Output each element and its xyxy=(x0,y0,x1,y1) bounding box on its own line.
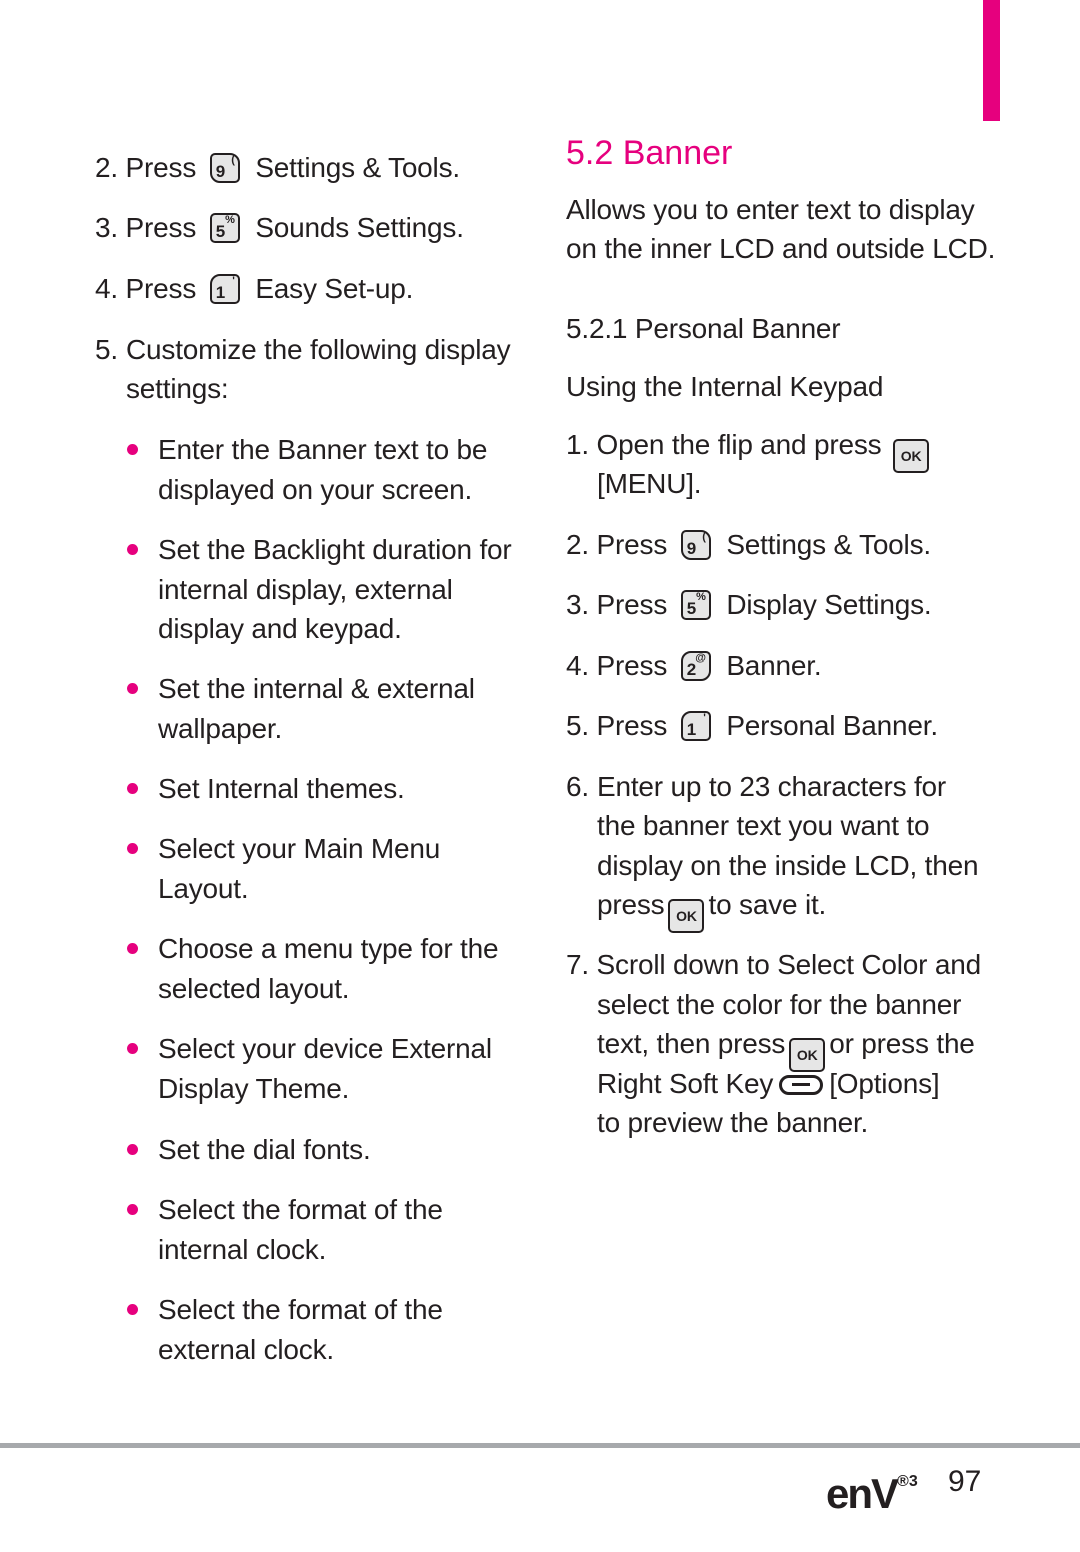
menu-label: Display Settings. xyxy=(726,589,932,620)
step-3-sounds-settings: 3. Press 5% Sounds Settings. xyxy=(95,208,464,248)
menu-label: Banner. xyxy=(726,650,822,681)
menu-label: Settings & Tools. xyxy=(726,529,931,560)
bullet-icon xyxy=(127,683,138,694)
bullet-icon xyxy=(127,1204,138,1215)
right-soft-key-icon xyxy=(779,1075,824,1095)
step-5-personal-banner: 5. Press 1 ' Personal Banner. xyxy=(566,706,938,746)
step-number: 5. xyxy=(566,710,589,741)
step-6-line-1: Enter up to 23 characters for xyxy=(597,771,947,802)
subsection-heading: 5.2.1 Personal Banner xyxy=(566,313,841,344)
key-5-icon: 5% xyxy=(680,590,711,620)
step-number: 2. xyxy=(566,529,589,560)
bullet-item-line: Set the dial fonts. xyxy=(158,1134,371,1165)
bullet-icon xyxy=(127,783,138,794)
step-7-line-5: to preview the banner. xyxy=(597,1107,869,1138)
step-2-settings-tools: 2. Press 9( Settings & Tools. xyxy=(95,148,460,188)
bullet-item-line: Choose a menu type for the xyxy=(158,933,499,964)
step-verb: Press xyxy=(125,152,197,183)
step-7-line-4: Right Soft Key [Options] xyxy=(597,1068,940,1099)
step-5-number: 5. xyxy=(95,334,118,365)
step-number: 4. xyxy=(566,650,589,681)
step-6-number: 6. xyxy=(566,771,589,802)
step-text: Open the flip and press xyxy=(596,429,882,460)
bullet-item-line: Select the format of the xyxy=(158,1194,443,1225)
step-number: 7. xyxy=(566,949,589,980)
bullet-item-line: Select your device External xyxy=(158,1033,492,1064)
bullet-icon xyxy=(127,1043,138,1054)
step-7-line-1: 7. Scroll down to Select Color and xyxy=(566,949,981,980)
step-verb: Press xyxy=(596,589,668,620)
step-verb: Press xyxy=(596,529,668,560)
step-number: 2. xyxy=(95,152,118,183)
bullet-icon xyxy=(127,1144,138,1155)
section-title: 5.2 Banner xyxy=(566,134,733,172)
step-2-settings-tools: 2. Press 9( Settings & Tools. xyxy=(566,525,931,565)
bullet-icon xyxy=(127,544,138,555)
ok-key-icon: OK xyxy=(893,439,930,473)
step-3-display-settings: 3. Press 5% Display Settings. xyxy=(566,585,932,625)
footer-divider xyxy=(0,1443,1080,1448)
key-1-icon: 1 ' xyxy=(680,711,711,741)
intro-line-1: Allows you to enter text to display xyxy=(566,194,975,225)
step-1-menu-label: [MENU]. xyxy=(597,468,702,499)
keypad-heading: Using the Internal Keypad xyxy=(566,371,884,402)
bullet-item-line: Display Theme. xyxy=(158,1072,350,1104)
env3-logo: enV®3 xyxy=(826,1470,918,1517)
step-verb: Press xyxy=(596,650,668,681)
step-6-line-4: press OK to save it. xyxy=(597,885,826,933)
key-1-icon: 1 ' xyxy=(209,274,240,304)
step-number: 3. xyxy=(566,589,589,620)
bullet-item-line: external clock. xyxy=(158,1333,334,1365)
step-number: 1. xyxy=(566,429,589,460)
bullet-item-line: Set the Backlight duration for xyxy=(158,534,512,565)
menu-label: Settings & Tools. xyxy=(255,152,460,183)
bullet-icon xyxy=(127,444,138,455)
step-verb: Press xyxy=(125,212,197,243)
key-2-icon: 2 @ xyxy=(680,651,711,681)
menu-label: Easy Set-up. xyxy=(255,273,414,304)
bullet-item-line: Set Internal themes. xyxy=(158,773,405,804)
bullet-item-line: Select your Main Menu xyxy=(158,833,441,864)
step-5-text-line-1: Customize the following display xyxy=(126,334,511,365)
step-6-line-3: display on the inside LCD, then xyxy=(597,850,979,881)
step-5-text-line-2: settings: xyxy=(126,373,229,404)
ok-key-icon: OK xyxy=(668,899,705,933)
step-number: 3. xyxy=(95,212,118,243)
bullet-icon xyxy=(127,943,138,954)
bullet-item-line: Select the format of the xyxy=(158,1294,443,1325)
step-4-easy-setup: 4. Press 1 ' Easy Set-up. xyxy=(95,269,413,309)
step-verb: Press xyxy=(125,273,197,304)
chapter-tab-marker xyxy=(983,0,1000,121)
intro-line-2: on the inner LCD and outside LCD. xyxy=(566,233,996,264)
key-9-icon: 9( xyxy=(680,530,711,560)
key-5-icon: 5% xyxy=(209,213,240,243)
step-4-banner: 4. Press 2 @ Banner. xyxy=(566,646,822,686)
step-verb: Press xyxy=(596,710,668,741)
bullet-item-line: Layout. xyxy=(158,872,249,904)
page-number: 97 xyxy=(948,1465,982,1498)
bullet-item-line: wallpaper. xyxy=(158,712,283,744)
key-9-icon: 9( xyxy=(209,153,240,183)
bullet-item-line: Set the internal & external xyxy=(158,673,475,704)
bullet-item-line: Enter the Banner text to be xyxy=(158,434,488,465)
step-number: 4. xyxy=(95,273,118,304)
menu-label: Sounds Settings. xyxy=(255,212,464,243)
bullet-icon xyxy=(127,1304,138,1315)
step-7-line-2: select the color for the banner xyxy=(597,989,962,1020)
bullet-item-line: displayed on your screen. xyxy=(158,473,473,505)
menu-label: Personal Banner. xyxy=(726,710,938,741)
bullet-item-line: selected layout. xyxy=(158,972,350,1004)
bullet-item-line: internal display, external xyxy=(158,573,453,605)
step-6-line-2: the banner text you want to xyxy=(597,810,930,841)
bullet-item-line: display and keypad. xyxy=(158,613,402,644)
bullet-item-line: internal clock. xyxy=(158,1233,327,1265)
bullet-icon xyxy=(127,843,138,854)
